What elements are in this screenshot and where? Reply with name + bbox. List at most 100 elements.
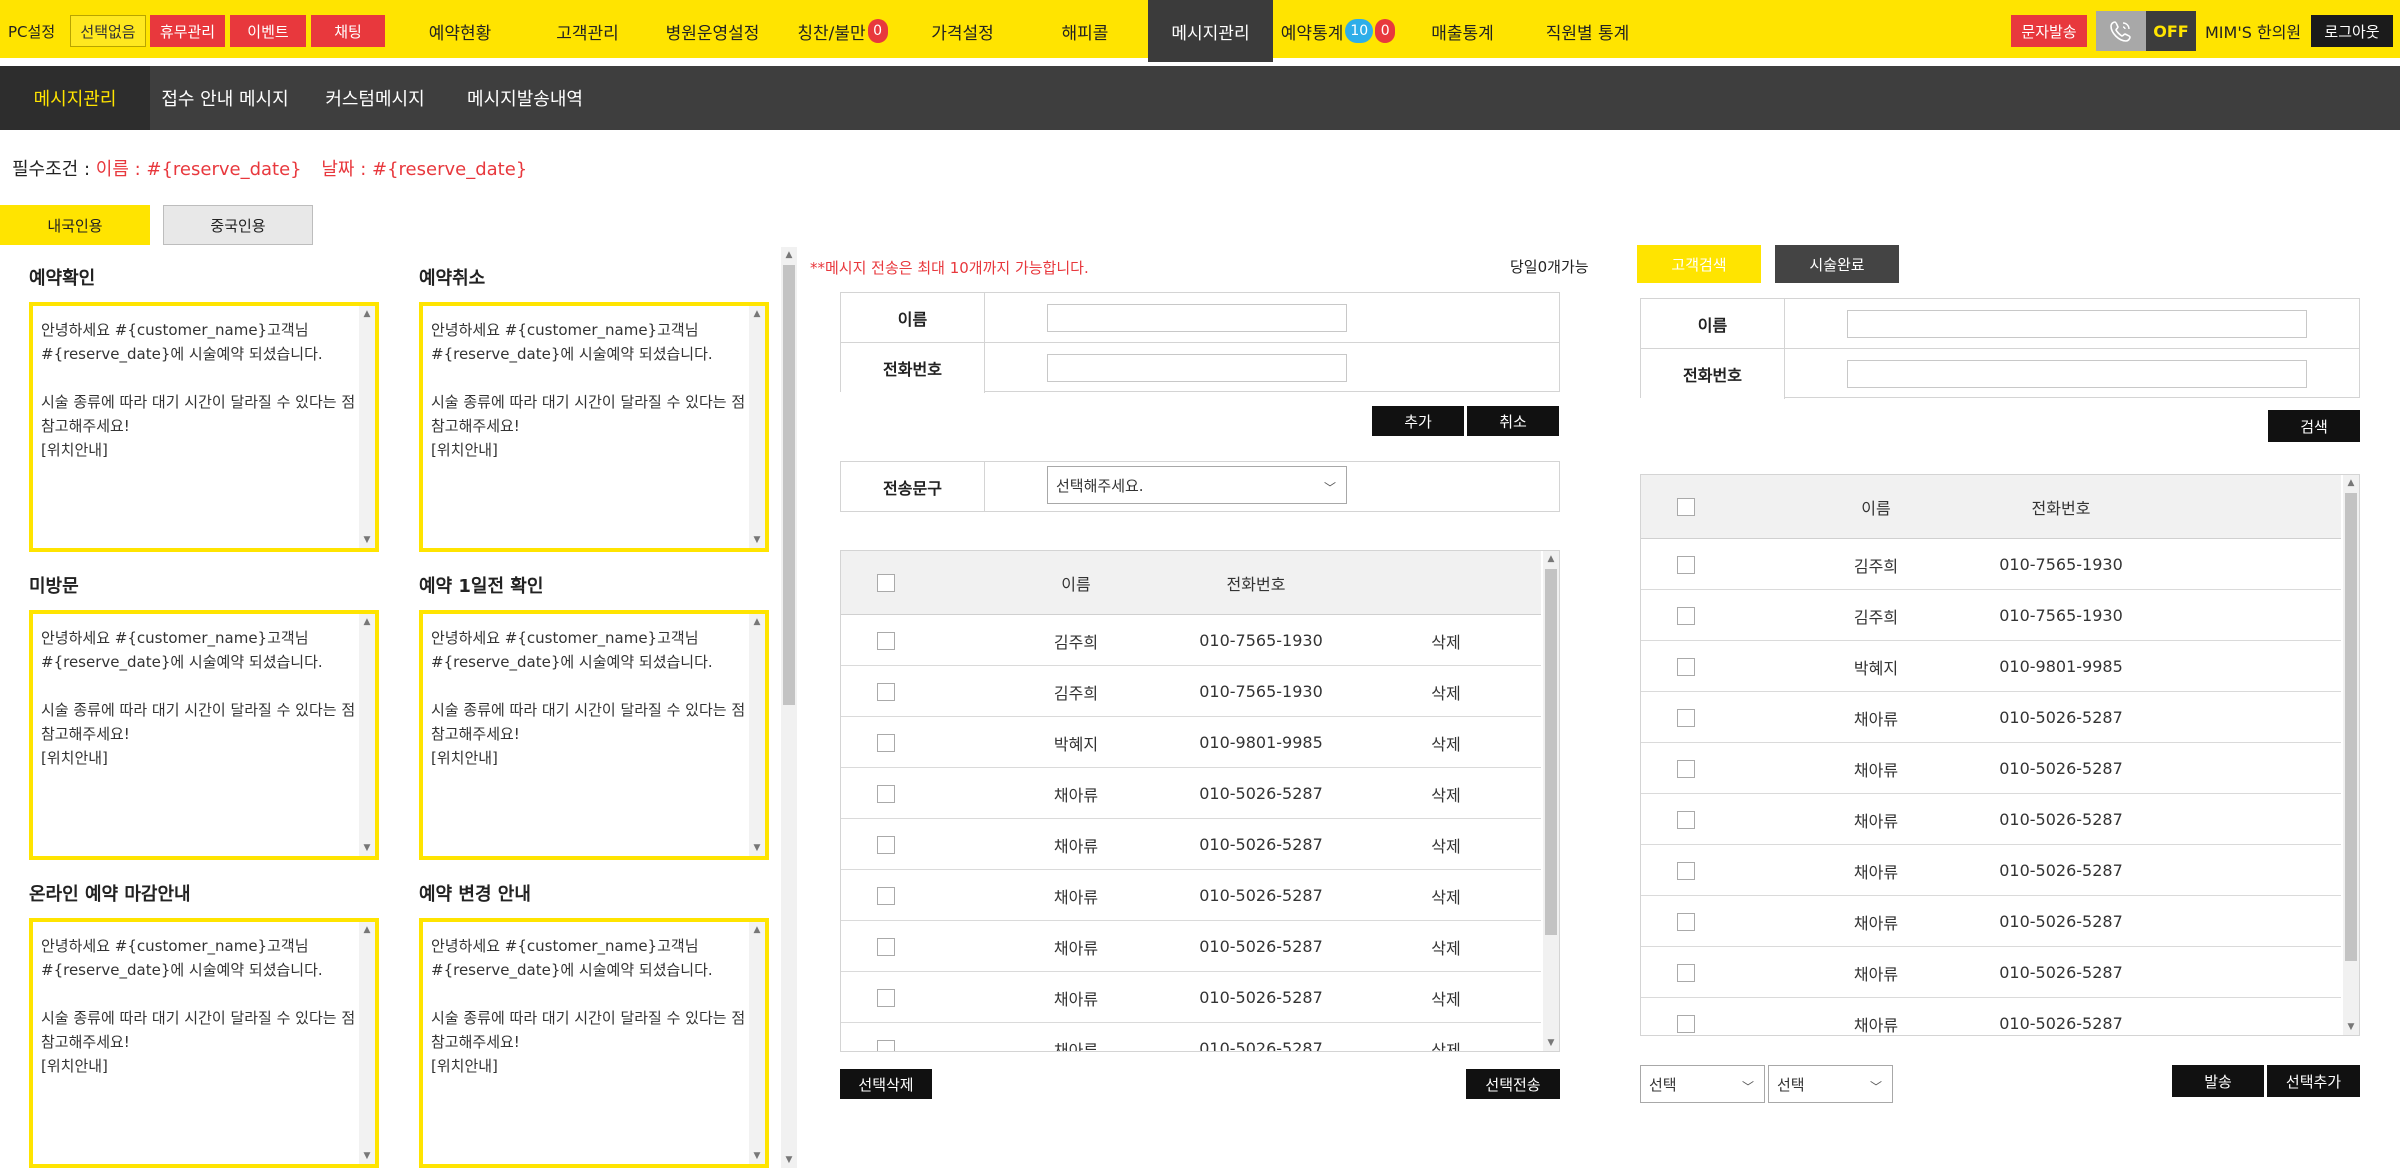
add-button[interactable]: 추가: [1372, 406, 1464, 436]
scroll-up-icon[interactable]: ▲: [2343, 475, 2359, 491]
search-button[interactable]: 검색: [2268, 410, 2360, 442]
tab-chinese[interactable]: 중국인용: [163, 205, 313, 245]
row-delete-button[interactable]: 삭제: [1411, 717, 1481, 768]
row-checkbox[interactable]: [1677, 912, 1695, 931]
select-delete-button[interactable]: 선택삭제: [840, 1069, 932, 1099]
scroll-down-icon[interactable]: ▼: [1543, 1035, 1559, 1051]
phrase-select[interactable]: 선택해주세요. ﹀: [1047, 466, 1347, 504]
row-checkbox[interactable]: [1677, 963, 1695, 982]
nav-message-management[interactable]: 메시지관리: [1148, 0, 1273, 62]
select-send-button[interactable]: 선택전송: [1466, 1069, 1560, 1099]
row-checkbox[interactable]: [1677, 606, 1695, 625]
template-textarea-noshow[interactable]: 안녕하세요 #{customer_name}고객님 #{reserve_date…: [29, 610, 379, 860]
subnav-reception-message[interactable]: 접수 안내 메시지: [150, 66, 300, 130]
phone-icon[interactable]: [2096, 11, 2146, 51]
left-panel-scrollbar[interactable]: ▲ ▼: [781, 247, 797, 1168]
scroll-thumb[interactable]: [2345, 493, 2357, 961]
nav-reservation-stats[interactable]: 예약통계 10 0: [1276, 0, 1400, 62]
row-checkbox[interactable]: [877, 988, 895, 1007]
tab-treatment-done[interactable]: 시술완료: [1775, 245, 1899, 283]
row-checkbox[interactable]: [1677, 759, 1695, 778]
row-checkbox[interactable]: [1677, 861, 1695, 880]
row-delete-button[interactable]: 삭제: [1411, 768, 1481, 819]
row-checkbox[interactable]: [1677, 1014, 1695, 1033]
row-checkbox[interactable]: [1677, 708, 1695, 727]
nav-staff-stats[interactable]: 직원별 통계: [1525, 0, 1650, 62]
row-delete-button[interactable]: 삭제: [1411, 666, 1481, 717]
chat-button[interactable]: 채팅: [311, 15, 385, 47]
textarea-scrollbar[interactable]: ▲ ▼: [359, 922, 375, 1164]
row-checkbox[interactable]: [877, 937, 895, 956]
textarea-scrollbar[interactable]: ▲ ▼: [749, 922, 765, 1164]
filter-select-1[interactable]: 선택 ﹀: [1640, 1065, 1765, 1103]
textarea-scrollbar[interactable]: ▲ ▼: [749, 306, 765, 548]
scroll-thumb[interactable]: [1545, 569, 1557, 935]
row-checkbox[interactable]: [877, 631, 895, 650]
holiday-management-button[interactable]: 휴무관리: [150, 15, 225, 47]
nav-praise-complaint[interactable]: 칭찬/불만 0: [785, 0, 900, 62]
tab-customer-search[interactable]: 고객검색: [1637, 245, 1761, 283]
nav-price-settings[interactable]: 가격설정: [910, 0, 1015, 62]
scroll-thumb[interactable]: [783, 265, 795, 705]
phone-input[interactable]: [1047, 354, 1347, 382]
template-textarea-day-before[interactable]: 안녕하세요 #{customer_name}고객님 #{reserve_date…: [419, 610, 769, 860]
textarea-scrollbar[interactable]: ▲ ▼: [749, 614, 765, 856]
filter-select-2[interactable]: 선택 ﹀: [1768, 1065, 1893, 1103]
template-textarea-confirm[interactable]: 안녕하세요 #{customer_name}고객님 #{reserve_date…: [29, 302, 379, 552]
row-checkbox[interactable]: [877, 733, 895, 752]
tab-domestic[interactable]: 내국인용: [0, 205, 150, 245]
scroll-down-icon[interactable]: ▼: [781, 1152, 797, 1168]
row-delete-button[interactable]: 삭제: [1411, 1023, 1481, 1052]
recipient-table: 이름 전화번호 김주희 010-7565-1930 삭제 김주희 010-7565-19…: [840, 550, 1560, 1052]
row-checkbox[interactable]: [877, 886, 895, 905]
subnav-message-history[interactable]: 메시지발송내역: [450, 66, 600, 130]
row-checkbox[interactable]: [877, 682, 895, 701]
subnav-custom-message[interactable]: 커스텀메시지: [300, 66, 450, 130]
subnav-message-management[interactable]: 메시지관리: [0, 66, 150, 130]
scroll-down-icon[interactable]: ▼: [2343, 1019, 2359, 1035]
template-textarea-cancel[interactable]: 안녕하세요 #{customer_name}고객님 #{reserve_date…: [419, 302, 769, 552]
required-prefix: 필수조건 :: [12, 159, 91, 180]
row-delete-button[interactable]: 삭제: [1411, 921, 1481, 972]
textarea-scrollbar[interactable]: ▲ ▼: [359, 614, 375, 856]
nav-customer-management[interactable]: 고객관리: [530, 0, 645, 62]
select-all-checkbox[interactable]: [877, 574, 895, 592]
nav-reservation-status[interactable]: 예약현황: [405, 0, 515, 62]
cancel-button[interactable]: 취소: [1467, 406, 1559, 436]
row-checkbox[interactable]: [877, 784, 895, 803]
scroll-up-icon[interactable]: ▲: [1543, 551, 1559, 567]
row-checkbox[interactable]: [1677, 810, 1695, 829]
pc-setting-link[interactable]: PC설정: [8, 15, 55, 47]
row-checkbox[interactable]: [1677, 657, 1695, 676]
nav-hospital-settings[interactable]: 병원운영설정: [655, 0, 770, 62]
search-phone-input[interactable]: [1847, 360, 2307, 388]
recipient-table-scrollbar[interactable]: ▲ ▼: [1543, 551, 1559, 1051]
nav-happycall[interactable]: 해피콜: [1035, 0, 1135, 62]
customer-table-scrollbar[interactable]: ▲ ▼: [2343, 475, 2359, 1035]
row-checkbox[interactable]: [877, 1039, 895, 1051]
row-delete-button[interactable]: 삭제: [1411, 819, 1481, 870]
row-checkbox-cell: [841, 717, 931, 768]
select-all-checkbox[interactable]: [1677, 498, 1695, 516]
sms-send-button[interactable]: 문자발송: [2011, 15, 2087, 47]
row-checkbox[interactable]: [877, 835, 895, 854]
name-input[interactable]: [1047, 304, 1347, 332]
textarea-scrollbar[interactable]: ▲ ▼: [359, 306, 375, 548]
select-add-button[interactable]: 선택추가: [2267, 1065, 2360, 1097]
row-delete-button[interactable]: 삭제: [1411, 615, 1481, 666]
row-phone: 010-5026-5287: [1999, 861, 2123, 880]
template-textarea-change[interactable]: 안녕하세요 #{customer_name}고객님 #{reserve_date…: [419, 918, 769, 1168]
search-name-input[interactable]: [1847, 310, 2307, 338]
scroll-up-icon[interactable]: ▲: [781, 247, 797, 263]
nav-sales-stats[interactable]: 매출통계: [1410, 0, 1515, 62]
select-none-button[interactable]: 선택없음: [70, 15, 146, 47]
call-toggle-off[interactable]: OFF: [2146, 11, 2196, 51]
template-textarea-online-closed[interactable]: 안녕하세요 #{customer_name}고객님 #{reserve_date…: [29, 918, 379, 1168]
row-name: 박혜지: [1053, 734, 1099, 754]
logout-button[interactable]: 로그아웃: [2311, 15, 2393, 47]
row-delete-button[interactable]: 삭제: [1411, 972, 1481, 1023]
row-delete-button[interactable]: 삭제: [1411, 870, 1481, 921]
row-checkbox[interactable]: [1677, 555, 1695, 574]
send-button[interactable]: 발송: [2172, 1065, 2264, 1097]
event-button[interactable]: 이벤트: [230, 15, 306, 47]
